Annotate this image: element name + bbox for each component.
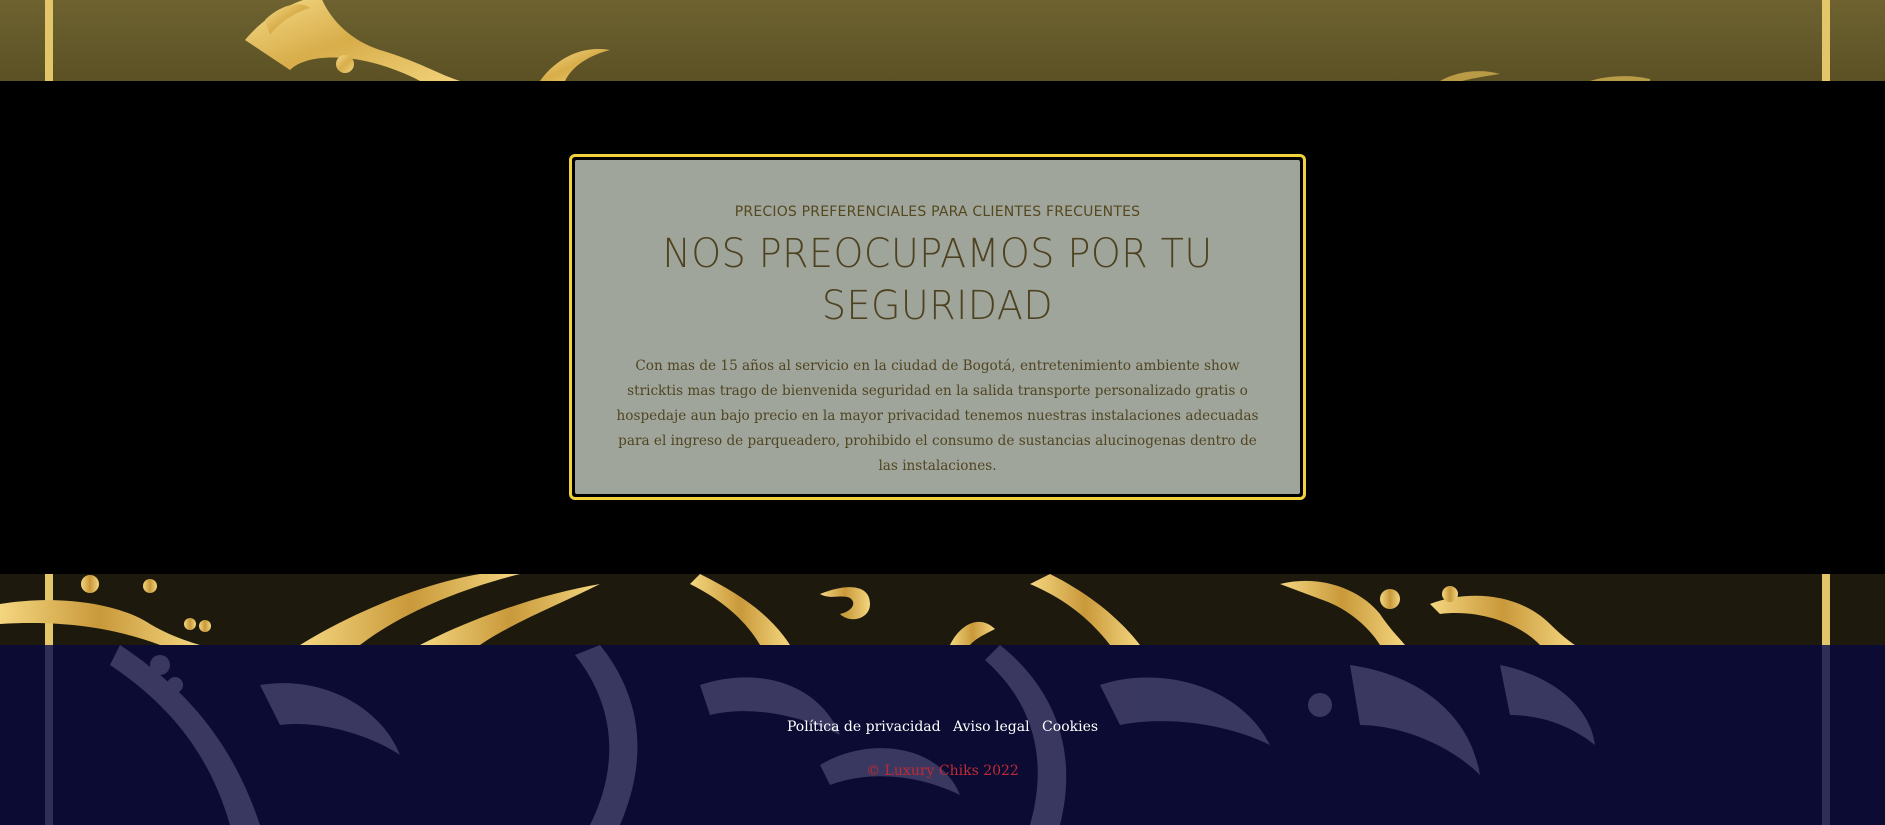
card-headline: NOS PREOCUPAMOS POR TU SEGURIDAD <box>662 231 1213 329</box>
footer-link-cookies[interactable]: Cookies <box>1042 719 1098 735</box>
footer-link-legal-notice[interactable]: Aviso legal <box>953 719 1030 735</box>
top-ornament-band <box>0 0 1885 81</box>
gold-flourish-bottom-icon <box>0 574 1830 645</box>
footer-link-privacy[interactable]: Política de privacidad <box>787 719 941 735</box>
footer-ornament-background-icon <box>45 645 1830 825</box>
info-card: PRECIOS PREFERENCIALES PARA CLIENTES FRE… <box>569 154 1306 500</box>
card-body-text: Con mas de 15 años al servicio en la ciu… <box>616 358 1259 474</box>
gold-flourish-top-icon <box>45 0 1830 81</box>
info-card-body: PRECIOS PREFERENCIALES PARA CLIENTES FRE… <box>575 160 1300 494</box>
bottom-ornament-band <box>0 574 1885 645</box>
footer-links: Política de privacidad Aviso legal Cooki… <box>0 719 1885 735</box>
copyright-text: © Luxury Chiks 2022 <box>866 763 1019 779</box>
card-eyebrow: PRECIOS PREFERENCIALES PARA CLIENTES FRE… <box>734 204 1141 220</box>
page: PRECIOS PREFERENCIALES PARA CLIENTES FRE… <box>0 0 1885 825</box>
footer <box>0 645 1885 825</box>
